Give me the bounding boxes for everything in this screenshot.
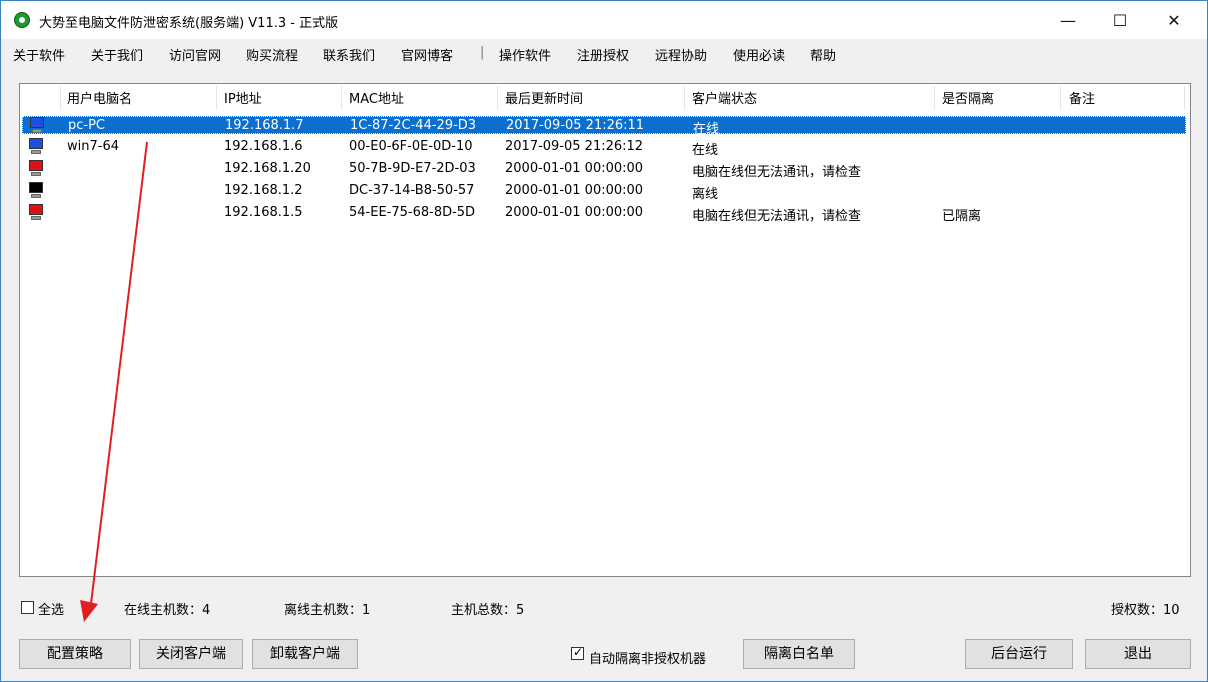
cell-pc-name: win7-64: [67, 139, 119, 154]
auto-isolate-checkbox[interactable]: ✓: [571, 645, 584, 660]
select-all-checkbox[interactable]: [21, 601, 34, 614]
cell-pc-name: pc-PC: [68, 118, 106, 133]
select-all-label[interactable]: 全选: [38, 599, 64, 618]
cell-status: 离线: [692, 187, 719, 202]
online-count-label: 在线主机数：4: [124, 603, 211, 618]
table-row[interactable]: win7-64 192.168.1.6 00-E0-6F-0E-0D-10 20…: [22, 138, 1186, 158]
exit-button[interactable]: 退出: [1085, 639, 1191, 669]
license-count-label: 授权数：10: [1111, 603, 1180, 618]
maximize-button[interactable]: ☐: [1097, 7, 1143, 35]
close-client-button[interactable]: 关闭客户端: [139, 639, 243, 669]
menu-help[interactable]: 帮助: [810, 45, 836, 64]
pc-warning-icon: [28, 204, 44, 221]
run-background-button[interactable]: 后台运行: [965, 639, 1073, 669]
cell-updated: 2000-01-01 00:00:00: [505, 161, 644, 176]
menu-separator: |: [480, 45, 485, 60]
pc-offline-icon: [28, 182, 44, 199]
cell-mac: 00-E0-6F-0E-0D-10: [349, 139, 473, 154]
cell-status: 电脑在线但无法通讯，请检查: [692, 165, 862, 180]
cell-updated: 2017-09-05 21:26:12: [505, 139, 644, 154]
menu-purchase[interactable]: 购买流程: [246, 45, 298, 64]
cell-updated: 2000-01-01 00:00:00: [505, 205, 644, 220]
table-row[interactable]: pc-PC 192.168.1.7 1C-87-2C-44-29-D3 2017…: [22, 116, 1186, 137]
isolate-whitelist-button[interactable]: 隔离白名单: [743, 639, 855, 669]
menu-bar: 关于软件 关于我们 访问官网 购买流程 联系我们 官网博客 | 操作软件 注册授…: [1, 41, 1207, 65]
cell-status: 在线: [693, 122, 720, 137]
column-header-updated[interactable]: 最后更新时间: [505, 88, 583, 107]
menu-register[interactable]: 注册授权: [577, 45, 629, 64]
cell-ip: 192.168.1.6: [224, 139, 303, 154]
config-policy-button[interactable]: 配置策略: [19, 639, 131, 669]
title-bar: 大势至电脑文件防泄密系统(服务端) V11.3 - 正式版 — ☐ ✕: [1, 1, 1207, 39]
column-header-pc-name[interactable]: 用户电脑名: [67, 88, 132, 107]
cell-ip: 192.168.1.2: [224, 183, 303, 198]
minimize-button[interactable]: —: [1045, 7, 1091, 35]
auto-isolate-label[interactable]: 自动隔离非授权机器: [589, 648, 706, 667]
cell-updated: 2017-09-05 21:26:11: [506, 118, 645, 133]
table-row[interactable]: 192.168.1.5 54-EE-75-68-8D-5D 2000-01-01…: [22, 204, 1186, 224]
close-button[interactable]: ✕: [1151, 7, 1197, 35]
cell-status: 在线: [692, 143, 719, 158]
cell-mac: 50-7B-9D-E7-2D-03: [349, 161, 476, 176]
pc-online-icon: [28, 138, 44, 155]
menu-operate[interactable]: 操作软件: [499, 45, 551, 64]
client-list[interactable]: 用户电脑名 IP地址 MAC地址 最后更新时间 客户端状态 是否隔离 备注 pc…: [19, 83, 1191, 577]
menu-contact-us[interactable]: 联系我们: [323, 45, 375, 64]
cell-mac: DC-37-14-B8-50-57: [349, 183, 475, 198]
cell-updated: 2000-01-01 00:00:00: [505, 183, 644, 198]
pc-warning-icon: [28, 160, 44, 177]
offline-count-label: 离线主机数：1: [284, 603, 371, 618]
app-icon: [14, 12, 30, 28]
column-header-mac[interactable]: MAC地址: [349, 88, 404, 107]
uninstall-client-button[interactable]: 卸载客户端: [252, 639, 358, 669]
menu-visit-website[interactable]: 访问官网: [169, 45, 221, 64]
column-header-ip[interactable]: IP地址: [224, 88, 262, 107]
cell-mac: 1C-87-2C-44-29-D3: [350, 118, 477, 133]
checkmark-icon: ✓: [573, 645, 584, 659]
table-row[interactable]: 192.168.1.2 DC-37-14-B8-50-57 2000-01-01…: [22, 182, 1186, 202]
pc-online-icon: [29, 117, 45, 134]
table-row[interactable]: 192.168.1.20 50-7B-9D-E7-2D-03 2000-01-0…: [22, 160, 1186, 180]
window-title: 大势至电脑文件防泄密系统(服务端) V11.3 - 正式版: [39, 16, 339, 31]
menu-blog[interactable]: 官网博客: [401, 45, 453, 64]
cell-mac: 54-EE-75-68-8D-5D: [349, 205, 476, 220]
menu-about-software[interactable]: 关于软件: [13, 45, 65, 64]
cell-ip: 192.168.1.7: [225, 118, 304, 133]
total-count-label: 主机总数：5: [451, 603, 525, 618]
cell-status: 电脑在线但无法通讯，请检查: [692, 209, 862, 224]
menu-remote-assist[interactable]: 远程协助: [655, 45, 707, 64]
cell-ip: 192.168.1.5: [224, 205, 303, 220]
main-window: 大势至电脑文件防泄密系统(服务端) V11.3 - 正式版 — ☐ ✕ 关于软件…: [0, 0, 1208, 682]
menu-must-read[interactable]: 使用必读: [733, 45, 785, 64]
column-header-status[interactable]: 客户端状态: [692, 88, 757, 107]
cell-isolated: 已隔离: [942, 209, 982, 224]
menu-about-us[interactable]: 关于我们: [91, 45, 143, 64]
column-header-note[interactable]: 备注: [1069, 88, 1095, 107]
cell-ip: 192.168.1.20: [224, 161, 311, 176]
column-header-isolated[interactable]: 是否隔离: [942, 88, 994, 107]
